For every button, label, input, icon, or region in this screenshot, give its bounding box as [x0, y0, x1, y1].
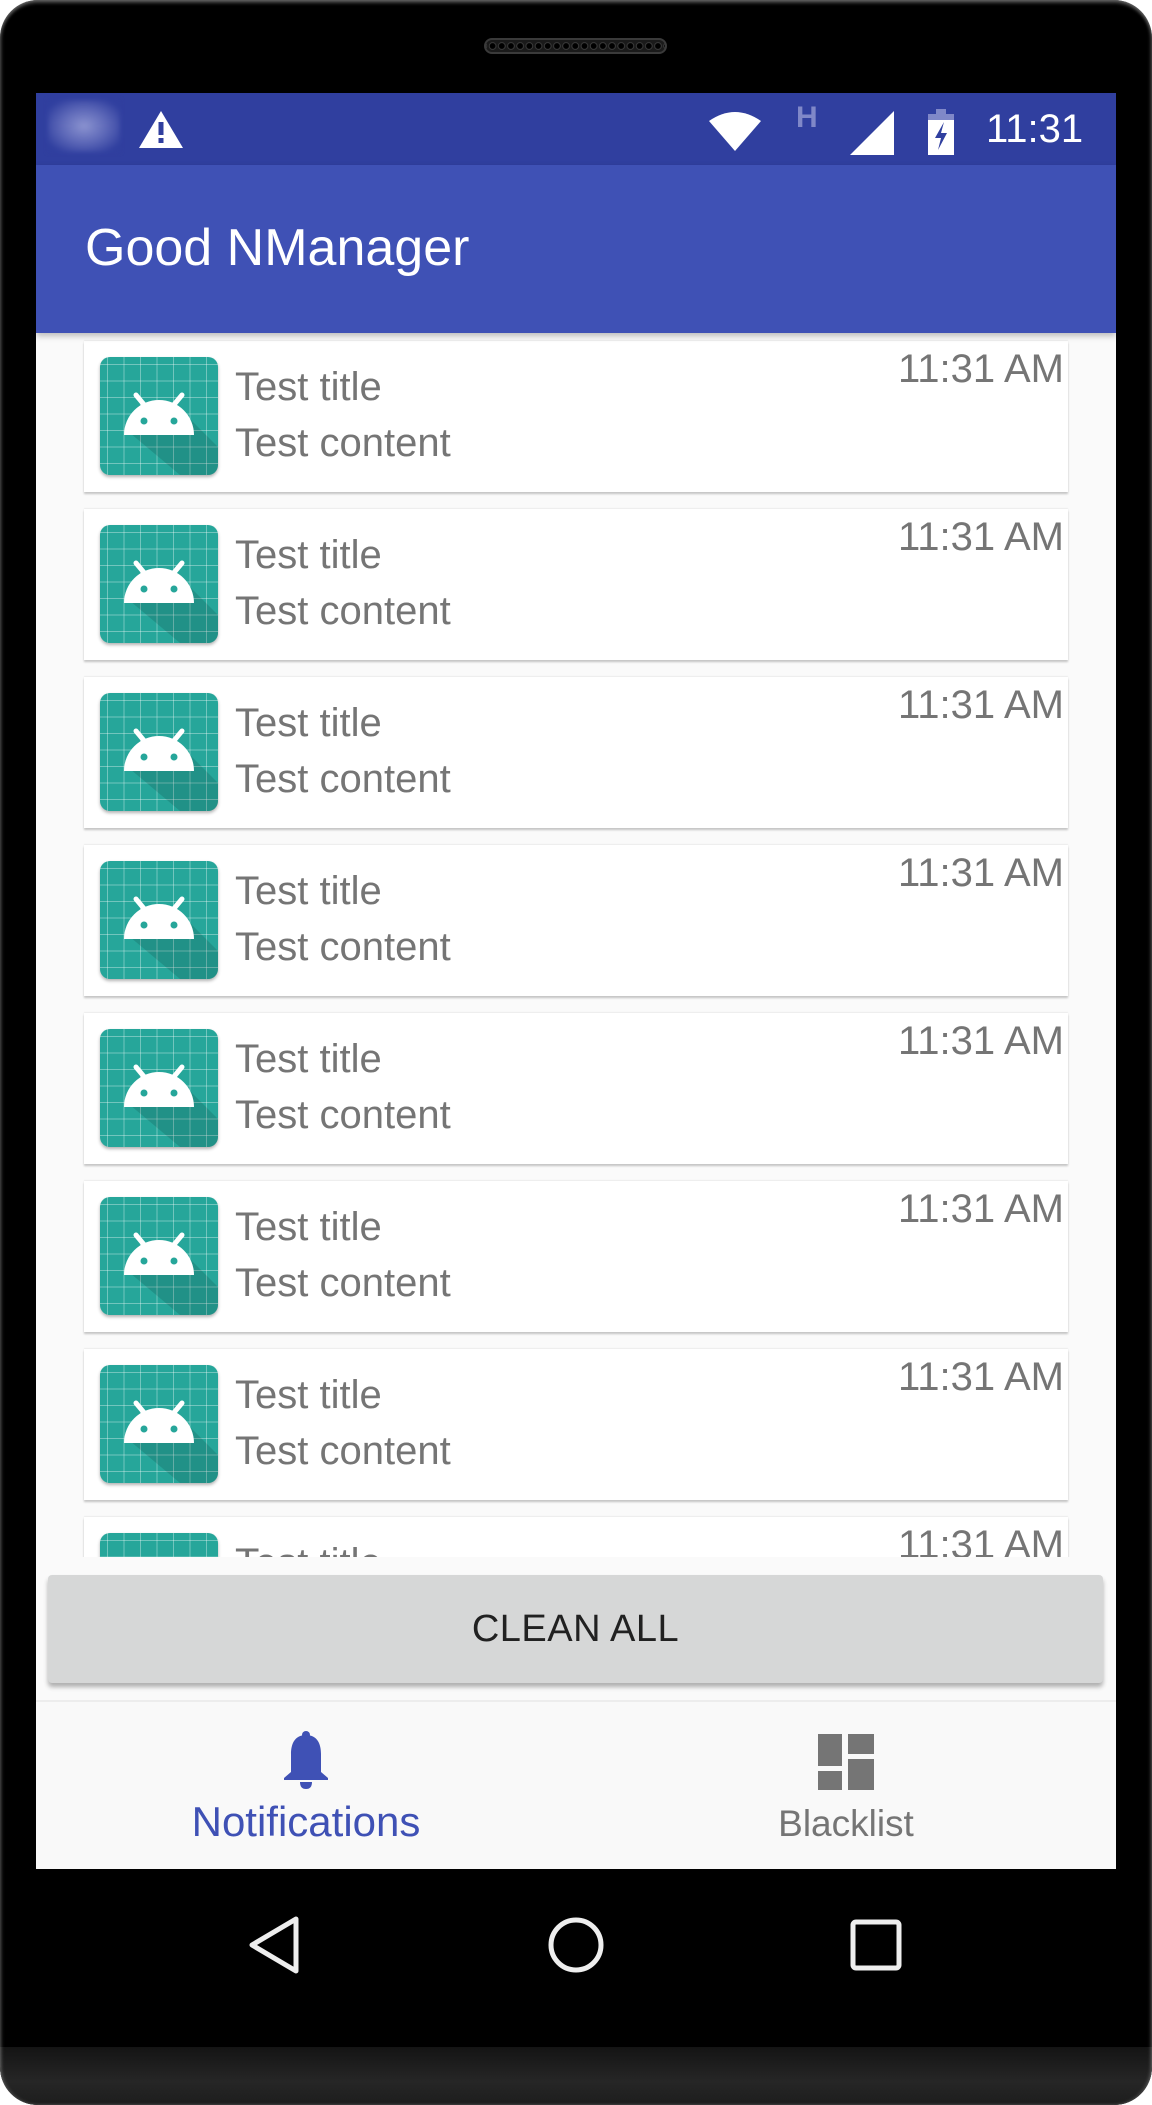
notification-time: 11:31 AM — [897, 683, 1064, 727]
recents-icon[interactable] — [846, 1915, 906, 1975]
notification-list[interactable]: Test title Test content 11:31 AM Test title… — [36, 333, 1116, 1557]
notification-content: Test content — [235, 589, 451, 633]
battery-charging-icon — [928, 109, 954, 155]
notification-item[interactable]: Test title Test content 11:31 AM — [84, 677, 1068, 828]
notification-time: 11:31 AM — [897, 851, 1064, 895]
android-app-icon — [100, 1365, 218, 1483]
android-app-icon — [100, 357, 218, 475]
network-type-icon: H — [796, 101, 818, 134]
notification-title: Test title — [235, 869, 382, 913]
android-app-icon — [100, 1029, 218, 1147]
notification-time: 11:31 AM — [897, 1523, 1064, 1557]
notification-title: Test title — [235, 1205, 382, 1249]
system-navigation-bar — [0, 1869, 1152, 2047]
notification-time: 11:31 AM — [897, 347, 1064, 391]
notification-title: Test title — [235, 1037, 382, 1081]
notification-time: 11:31 AM — [897, 1355, 1064, 1399]
screen: H 11:31 Good NManager Test title Test con… — [36, 93, 1116, 1869]
clean-all-button[interactable]: CLEAN ALL — [48, 1575, 1103, 1683]
notification-title: Test title — [235, 701, 382, 745]
notification-content: Test content — [235, 925, 451, 969]
notification-title: Test title — [235, 1373, 382, 1417]
signal-icon — [850, 111, 894, 155]
nav-label-blacklist: Blacklist — [778, 1803, 914, 1844]
notification-title: Test title — [235, 1539, 382, 1557]
notification-content: Test content — [235, 1093, 451, 1137]
status-bar: H 11:31 — [36, 93, 1116, 165]
notification-item[interactable]: Test title Test content 11:31 AM — [84, 1181, 1068, 1332]
app-title: Good NManager — [85, 219, 470, 277]
status-time: 11:31 — [986, 107, 1084, 151]
notification-content: Test content — [235, 421, 451, 465]
notification-title: Test title — [235, 533, 382, 577]
home-icon[interactable] — [546, 1915, 606, 1975]
nav-label-notifications: Notifications — [191, 1798, 421, 1845]
wifi-icon — [709, 112, 761, 151]
notification-time: 11:31 AM — [897, 1019, 1064, 1063]
android-app-icon — [100, 525, 218, 643]
device-frame: H 11:31 Good NManager Test title Test con… — [0, 0, 1152, 2105]
bell-icon — [284, 1731, 328, 1789]
notification-time: 11:31 AM — [897, 515, 1064, 559]
notification-content: Test content — [235, 1429, 451, 1473]
notification-item[interactable]: Test title Test content 11:31 AM — [84, 1013, 1068, 1164]
bottom-navigation: Notifications Blacklist — [36, 1700, 1116, 1869]
blurred-notification-icon — [48, 100, 120, 152]
device-chin — [0, 2047, 1152, 2105]
android-app-icon — [100, 693, 218, 811]
nav-tab-notifications[interactable]: Notifications — [36, 1702, 576, 1869]
notification-title: Test title — [235, 365, 382, 409]
notification-content: Test content — [235, 1261, 451, 1305]
earpiece-speaker — [484, 38, 667, 54]
notification-item[interactable]: Test title Test content 11:31 AM — [84, 1349, 1068, 1500]
dashboard-icon — [818, 1734, 874, 1790]
warning-icon — [139, 111, 183, 148]
notification-content: Test content — [235, 757, 451, 801]
app-bar: Good NManager — [36, 165, 1116, 333]
notification-item[interactable]: Test title Test content 11:31 AM — [84, 341, 1068, 492]
android-app-icon — [100, 861, 218, 979]
notification-item[interactable]: Test title Test content 11:31 AM — [84, 845, 1068, 996]
notification-item[interactable]: Test titleTest content11:31 AM — [84, 1517, 1068, 1557]
nav-tab-blacklist[interactable]: Blacklist — [576, 1702, 1116, 1869]
android-app-icon — [100, 1533, 218, 1557]
notification-time: 11:31 AM — [897, 1187, 1064, 1231]
back-icon[interactable] — [244, 1915, 304, 1975]
notification-item[interactable]: Test title Test content 11:31 AM — [84, 509, 1068, 660]
android-app-icon — [100, 1197, 218, 1315]
